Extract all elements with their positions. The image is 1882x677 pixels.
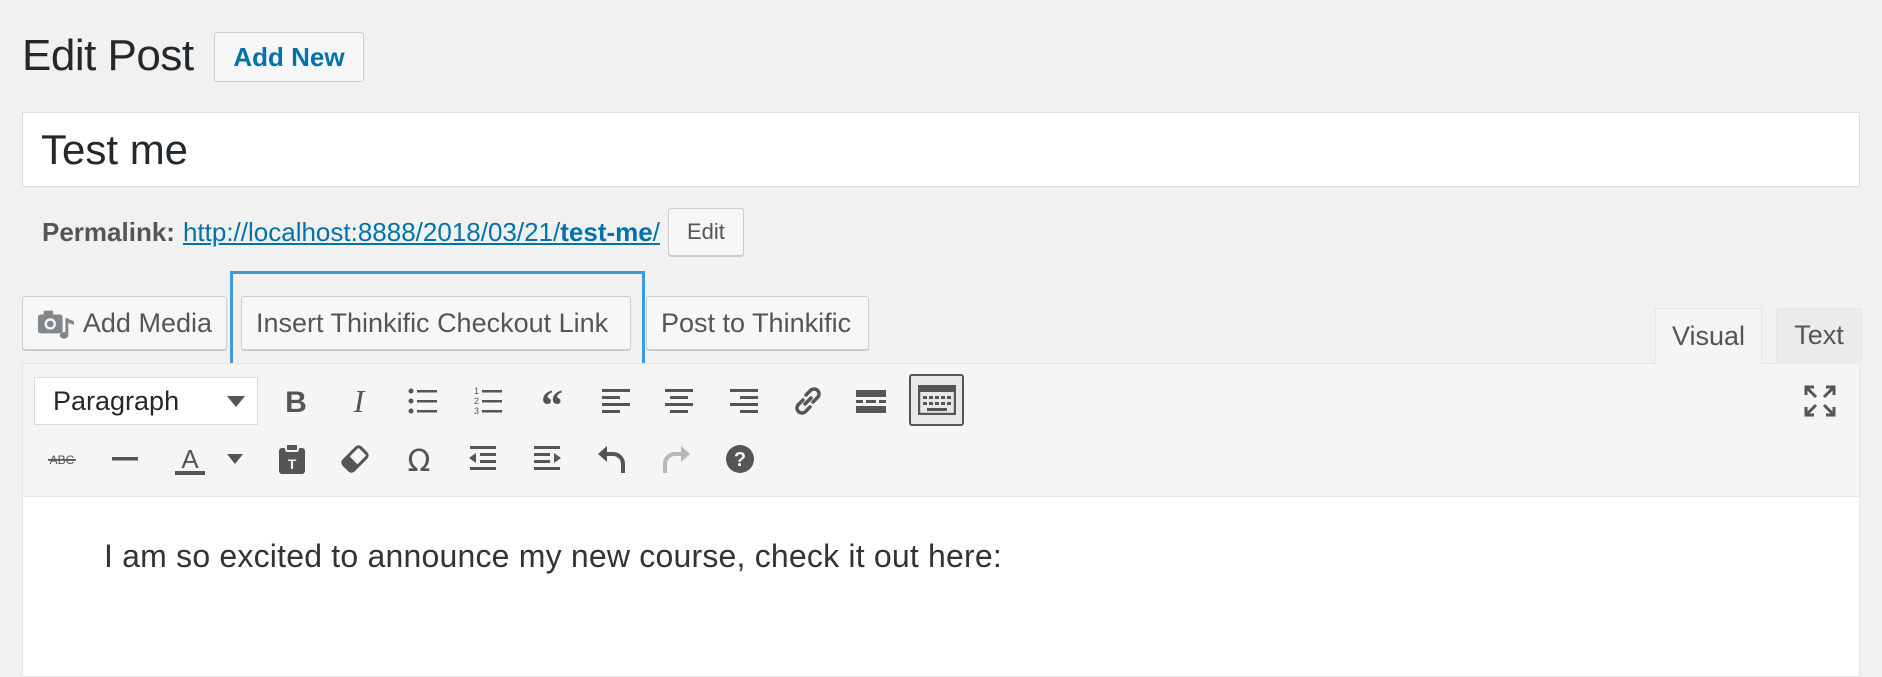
indent-button[interactable]	[522, 434, 572, 484]
align-center-icon	[665, 389, 693, 413]
italic-icon: I	[353, 384, 366, 418]
numbered-list-icon: 1 2 3	[474, 386, 502, 416]
chevron-down-icon	[227, 396, 245, 407]
read-more-icon	[856, 390, 886, 413]
svg-text:B: B	[285, 386, 307, 418]
blockquote-icon: “	[541, 384, 563, 418]
permalink-label: Permalink:	[42, 216, 175, 247]
outdent-icon	[469, 446, 496, 470]
add-media-label: Add Media	[82, 307, 212, 338]
page-title: Edit Post	[22, 31, 194, 80]
post-title-input[interactable]: Test me	[22, 112, 1860, 187]
text-color-button[interactable]: A	[165, 434, 215, 484]
read-more-button[interactable]	[846, 376, 896, 426]
highlight-box	[230, 271, 645, 369]
permalink-url-base: http://localhost:8888/2018/03/21/	[182, 216, 561, 247]
clear-formatting-icon	[341, 445, 369, 473]
align-left-icon	[602, 389, 630, 413]
svg-text:T: T	[288, 456, 297, 472]
fullscreen-icon	[1804, 385, 1836, 417]
svg-text:3: 3	[474, 406, 479, 416]
add-media-button[interactable]: Add Media	[22, 296, 227, 350]
undo-icon	[598, 446, 625, 473]
paste-as-text-icon: T	[279, 443, 305, 474]
permalink-url-tail: /	[652, 216, 660, 247]
help-button[interactable]: ?	[715, 434, 765, 484]
redo-icon	[663, 446, 690, 473]
blockquote-button[interactable]: “	[527, 376, 577, 426]
bulleted-list-button[interactable]	[398, 376, 448, 426]
text-color-icon: A	[175, 444, 205, 475]
toolbar-toggle-icon	[917, 385, 956, 415]
svg-text:Ω: Ω	[408, 444, 431, 476]
editor-content-area[interactable]	[22, 497, 1860, 677]
undo-button[interactable]	[587, 434, 637, 484]
bulleted-list-icon	[408, 388, 437, 414]
strikethrough-icon: ABC	[48, 453, 76, 467]
help-icon: ?	[726, 445, 754, 473]
align-center-button[interactable]	[654, 376, 704, 426]
align-left-button[interactable]	[591, 376, 641, 426]
svg-text:2: 2	[474, 396, 479, 406]
permalink-url-slug: test-me	[560, 216, 653, 247]
format-select[interactable]: Paragraph	[34, 377, 258, 425]
paste-as-text-button[interactable]: T	[267, 434, 317, 484]
redo-button[interactable]	[651, 434, 701, 484]
editor-paragraph[interactable]: I am so excited to announce my new cours…	[104, 538, 1002, 575]
italic-button[interactable]: I	[334, 376, 384, 426]
numbered-list-button[interactable]: 1 2 3	[462, 376, 512, 426]
svg-text:I: I	[353, 384, 366, 418]
add-new-button[interactable]: Add New	[214, 32, 364, 82]
bold-icon: B	[285, 386, 307, 418]
tab-text[interactable]: Text	[1776, 308, 1862, 362]
bold-button[interactable]: B	[271, 376, 321, 426]
svg-text:A: A	[181, 444, 199, 474]
svg-text:1: 1	[474, 386, 479, 396]
strikethrough-button[interactable]: ABC	[37, 434, 87, 484]
permalink-url[interactable]: http://localhost:8888/2018/03/21/test-me…	[183, 217, 660, 248]
add-media-icon	[37, 310, 74, 339]
indent-icon	[534, 446, 561, 470]
chevron-down-icon[interactable]	[227, 454, 243, 464]
svg-text:“: “	[541, 384, 563, 418]
fullscreen-button[interactable]	[1795, 376, 1845, 426]
horizontal-line-icon	[112, 457, 138, 461]
svg-text:?: ?	[734, 449, 746, 471]
permalink-edit-button[interactable]: Edit	[667, 208, 744, 256]
permalink-row: Permalink: http://localhost:8888/2018/03…	[42, 208, 744, 256]
special-character-icon: Ω	[408, 444, 431, 476]
horizontal-line-button[interactable]	[100, 434, 150, 484]
toolbar-toggle-button[interactable]	[909, 374, 964, 426]
align-right-button[interactable]	[719, 376, 769, 426]
special-character-button[interactable]: Ω	[394, 434, 444, 484]
post-to-thinkific-button[interactable]: Post to Thinkific	[646, 296, 869, 350]
link-icon	[795, 387, 821, 415]
outdent-button[interactable]	[458, 434, 508, 484]
format-select-value: Paragraph	[53, 385, 180, 416]
align-right-icon	[730, 389, 758, 413]
tab-visual[interactable]: Visual	[1655, 308, 1762, 364]
link-button[interactable]	[783, 376, 833, 426]
clear-formatting-button[interactable]	[330, 434, 380, 484]
